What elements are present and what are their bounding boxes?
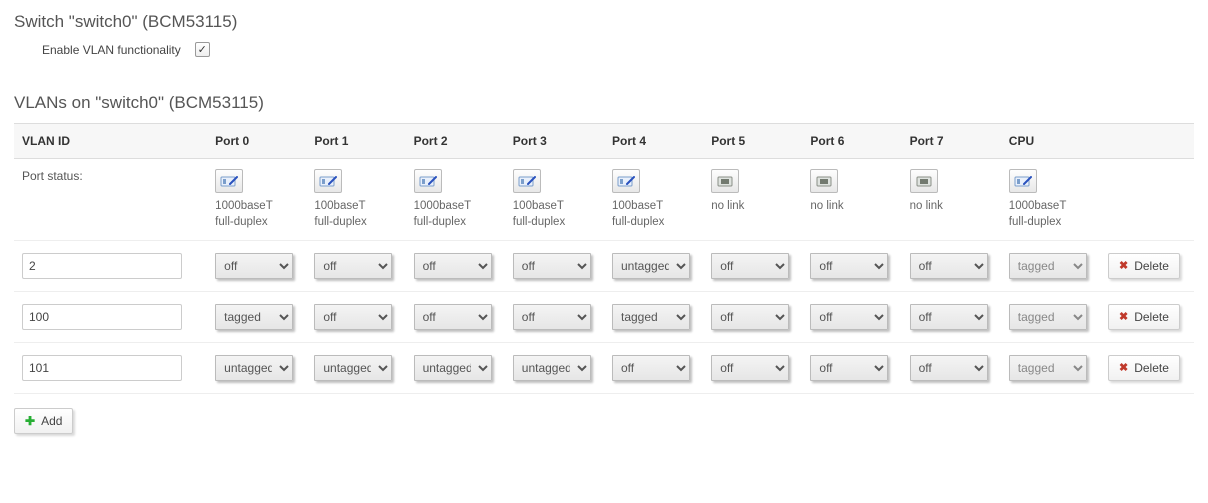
vlans-section-title: VLANs on "switch0" (BCM53115) [14,93,1194,113]
col-port-1: Port 1 [306,124,405,159]
switch-section-title: Switch "switch0" (BCM53115) [14,12,1194,32]
vlan-mode-select[interactable]: offuntaggedtagged [1009,355,1087,381]
vlan-row: offuntaggedtagged offuntaggedtagged offunt… [14,241,1194,292]
port-link-icon [414,169,442,193]
port-status-text: no link [810,199,893,215]
col-port-4: Port 4 [604,124,703,159]
vlan-mode-select[interactable]: offuntaggedtagged [314,355,392,381]
delete-button-label: Delete [1134,259,1169,273]
col-port-5: Port 5 [703,124,802,159]
vlan-mode-select[interactable]: offuntaggedtagged [513,253,591,279]
port-status-cell: 1000baseTfull-duplex [207,159,306,241]
port-link-icon [612,169,640,193]
vlan-mode-select[interactable]: offuntaggedtagged [910,304,988,330]
vlan-mode-select[interactable]: offuntaggedtagged [513,304,591,330]
port-status-cell: no link [802,159,901,241]
col-port-3: Port 3 [505,124,604,159]
vlan-mode-select[interactable]: offuntaggedtagged [1009,253,1087,279]
vlan-mode-select[interactable]: offuntaggedtagged [414,355,492,381]
vlan-mode-select[interactable]: offuntaggedtagged [513,355,591,381]
vlan-mode-select[interactable]: offuntaggedtagged [711,355,789,381]
port-status-cell: no link [703,159,802,241]
delete-button[interactable]: ✖ Delete [1108,355,1180,381]
col-port-6: Port 6 [802,124,901,159]
port-status-text: 100baseTfull-duplex [612,199,695,230]
add-button[interactable]: ✚ Add [14,408,73,434]
port-status-cell: 100baseTfull-duplex [604,159,703,241]
port-link-icon [1009,169,1037,193]
delete-icon: ✖ [1119,261,1128,272]
port-status-text: 100baseTfull-duplex [314,199,397,230]
delete-button[interactable]: ✖ Delete [1108,304,1180,330]
vlan-mode-select[interactable]: offuntaggedtagged [810,253,888,279]
port-status-text: no link [711,199,794,215]
col-vlan-id: VLAN ID [14,124,207,159]
port-status-cell: 1000baseTfull-duplex [406,159,505,241]
port-status-text: 1000baseTfull-duplex [414,199,497,230]
vlan-mode-select[interactable]: offuntaggedtagged [810,304,888,330]
port-nolink-icon [810,169,838,193]
port-link-icon [513,169,541,193]
port-nolink-icon [910,169,938,193]
vlan-mode-select[interactable]: offuntaggedtagged [215,304,293,330]
port-status-text: no link [910,199,993,215]
vlan-mode-select[interactable]: offuntaggedtagged [414,253,492,279]
delete-button-label: Delete [1134,361,1169,375]
col-port-7: Port 7 [902,124,1001,159]
port-status-row: Port status: 1000baseTfull-duplex 100baseT… [14,159,1194,241]
col-port-2: Port 2 [406,124,505,159]
port-nolink-icon [711,169,739,193]
vlan-id-input[interactable] [22,355,182,381]
delete-button-label: Delete [1134,310,1169,324]
vlan-mode-select[interactable]: offuntaggedtagged [314,304,392,330]
port-status-text: 1000baseTfull-duplex [215,199,298,230]
port-status-cell: no link [902,159,1001,241]
vlan-mode-select[interactable]: offuntaggedtagged [314,253,392,279]
enable-vlan-label: Enable VLAN functionality [42,43,181,57]
vlan-id-input[interactable] [22,253,182,279]
port-status-cell: 100baseTfull-duplex [306,159,405,241]
port-status-text: 1000baseTfull-duplex [1009,199,1092,230]
vlan-mode-select[interactable]: offuntaggedtagged [612,304,690,330]
vlan-row: offuntaggedtagged offuntaggedtagged offunt… [14,292,1194,343]
vlan-mode-select[interactable]: offuntaggedtagged [215,253,293,279]
add-button-label: Add [41,414,62,428]
port-status-text: 100baseTfull-duplex [513,199,596,230]
port-status-cell: 100baseTfull-duplex [505,159,604,241]
col-port-0: Port 0 [207,124,306,159]
vlan-mode-select[interactable]: offuntaggedtagged [910,253,988,279]
vlan-mode-select[interactable]: offuntaggedtagged [612,355,690,381]
col-cpu: CPU [1001,124,1100,159]
port-link-icon [215,169,243,193]
vlan-mode-select[interactable]: offuntaggedtagged [810,355,888,381]
vlan-mode-select[interactable]: offuntaggedtagged [414,304,492,330]
vlan-mode-select[interactable]: offuntaggedtagged [711,304,789,330]
add-icon: ✚ [25,415,35,427]
port-status-cell: 1000baseTfull-duplex [1001,159,1100,241]
check-icon: ✓ [198,43,207,56]
delete-icon: ✖ [1119,363,1128,374]
port-link-icon [314,169,342,193]
enable-vlan-checkbox[interactable]: ✓ [195,42,210,57]
vlan-table-header: VLAN ID Port 0 Port 1 Port 2 Port 3 Port… [14,124,1194,159]
delete-button[interactable]: ✖ Delete [1108,253,1180,279]
port-status-label: Port status: [14,159,207,241]
vlan-mode-select[interactable]: offuntaggedtagged [215,355,293,381]
vlan-id-input[interactable] [22,304,182,330]
vlan-mode-select[interactable]: offuntaggedtagged [612,253,690,279]
vlan-mode-select[interactable]: offuntaggedtagged [711,253,789,279]
vlan-mode-select[interactable]: offuntaggedtagged [1009,304,1087,330]
delete-icon: ✖ [1119,312,1128,323]
vlan-row: offuntaggedtagged offuntaggedtagged offunt… [14,343,1194,394]
vlan-mode-select[interactable]: offuntaggedtagged [910,355,988,381]
